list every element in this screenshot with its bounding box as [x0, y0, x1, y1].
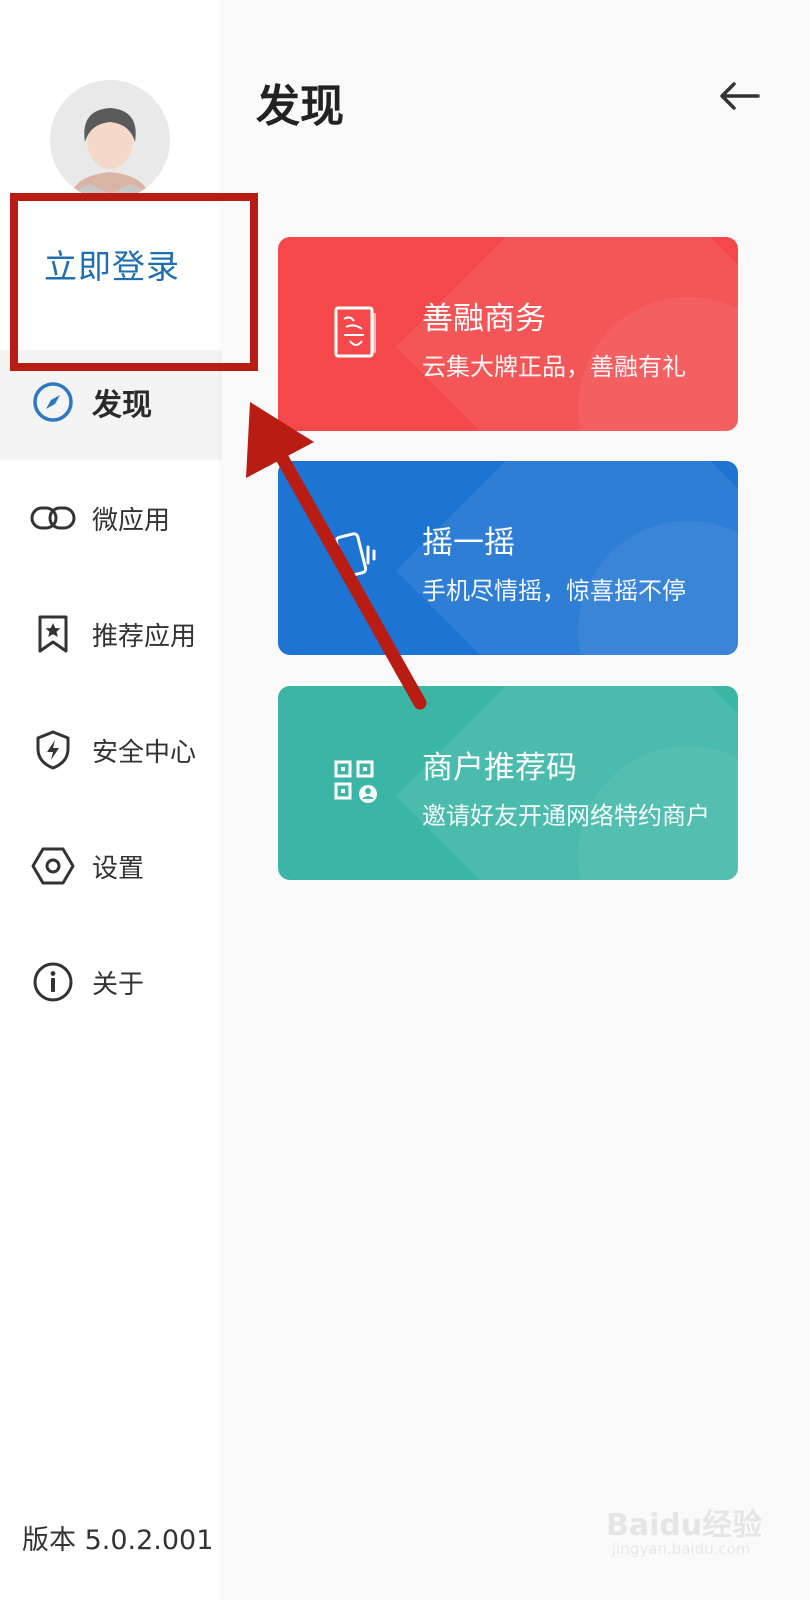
info-icon	[30, 959, 76, 1005]
qr-code-user-icon	[332, 754, 380, 810]
sidebar-item-label: 微应用	[92, 505, 171, 536]
stamp-icon	[332, 305, 380, 361]
card-title: 商户推荐码	[422, 750, 577, 786]
settings-hexagon-icon	[30, 843, 76, 889]
card-merchant-referral-code[interactable]: 商户推荐码 邀请好友开通网络特约商户	[278, 686, 738, 880]
sidebar-item-label: 推荐应用	[92, 621, 197, 652]
avatar[interactable]	[50, 80, 170, 200]
sidebar-item-label: 发现	[92, 388, 152, 423]
sidebar-item-label: 安全中心	[92, 737, 197, 768]
sidebar-item-security-center[interactable]: 安全中心	[30, 728, 196, 772]
watermark-brand: Baidu经验	[606, 1508, 763, 1543]
arrow-left-icon	[720, 82, 760, 110]
sidebar-item-label: 设置	[92, 853, 145, 884]
card-shake[interactable]: 摇一摇 手机尽情摇，惊喜摇不停	[278, 461, 738, 655]
phone-shake-icon	[332, 529, 380, 585]
card-subtitle: 邀请好友开通网络特约商户	[422, 802, 710, 830]
link-icon	[30, 495, 76, 541]
back-button[interactable]	[716, 76, 762, 116]
watermark-site: jingyan.baidu.com	[612, 1540, 751, 1558]
sidebar-item-discover[interactable]: 发现	[30, 380, 152, 424]
bookmark-star-icon	[30, 611, 76, 657]
page-title: 发现	[256, 81, 344, 132]
sidebar-item-about[interactable]: 关于	[30, 960, 144, 1004]
sidebar-item-settings[interactable]: 设置	[30, 844, 144, 888]
sidebar-item-micro-apps[interactable]: 微应用	[30, 496, 170, 540]
watermark: Baidu经验 jingyan.baidu.com	[606, 1500, 766, 1560]
card-subtitle: 云集大牌正品，善融有礼	[422, 353, 686, 381]
sidebar-item-label: 关于	[92, 969, 145, 1000]
annotation-highlight-box	[10, 193, 258, 371]
compass-icon	[30, 379, 76, 425]
card-shanrong-business[interactable]: 善融商务 云集大牌正品，善融有礼	[278, 237, 738, 431]
user-avatar-icon	[50, 80, 170, 200]
version-label: 版本 5.0.2.001	[22, 1525, 214, 1556]
card-title: 善融商务	[422, 301, 546, 337]
card-title: 摇一摇	[422, 525, 515, 561]
sidebar-item-recommended-apps[interactable]: 推荐应用	[30, 612, 196, 656]
card-subtitle: 手机尽情摇，惊喜摇不停	[422, 577, 686, 605]
shield-bolt-icon	[30, 727, 76, 773]
